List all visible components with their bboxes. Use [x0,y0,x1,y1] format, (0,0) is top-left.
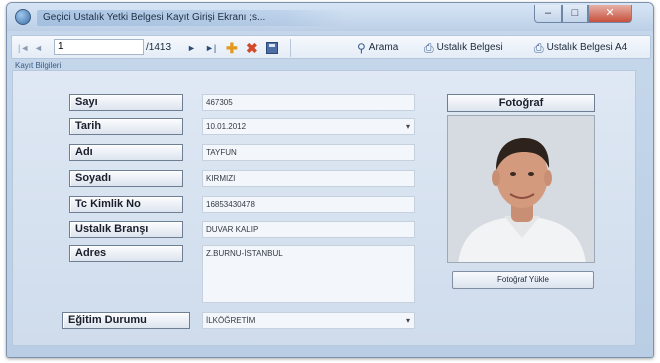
app-icon [15,9,31,25]
search-button-label: Arama [368,42,399,53]
person-silhouette [448,116,594,262]
last-record-icon[interactable]: ►| [205,40,216,56]
certificate-a4-button[interactable]: ⎙ Ustalık Belgesi A4 [534,40,627,56]
egitim-label: Eğitim Durumu [62,312,190,329]
tarih-label: Tarih [69,118,183,135]
navigation-toolbar: |◄ ◄ /1413 ► ►| ✚ ✖ ⚲ Arama ⎙ Ustalık Be… [11,35,651,59]
tarih-picker[interactable]: 10.01.2012 ▾ [202,118,415,135]
sayi-field[interactable]: 467305 [202,94,415,111]
search-button[interactable]: ⚲ Arama [357,40,398,56]
brans-field[interactable]: DUVAR KALIP [202,221,415,238]
egitim-select[interactable]: İLKÖĞRETİM ▾ [202,312,415,329]
window-title: Geçici Ustalık Yetki Belgesi Kayıt Giriş… [37,10,347,26]
photo-title: Fotoğraf [447,94,595,112]
title-bar: Geçici Ustalık Yetki Belgesi Kayıt Giriş… [7,3,653,31]
chevron-down-icon[interactable]: ▾ [406,119,410,134]
add-record-icon[interactable]: ✚ [226,40,238,56]
certificate-button-label: Ustalık Belgesi [436,42,503,53]
printer-icon: ⎙ [424,41,434,55]
adres-field[interactable]: Z.BURNU-İSTANBUL [202,245,415,303]
tarih-value: 10.01.2012 [206,122,247,131]
previous-record-icon[interactable]: ◄ [34,40,43,56]
adres-label: Adres [69,245,183,262]
chevron-down-icon[interactable]: ▾ [406,313,410,328]
close-button[interactable]: ✕ [588,5,632,23]
adi-label: Adı [69,144,183,161]
brans-label: Ustalık Branşı [69,221,183,238]
sayi-label: Sayı [69,94,183,111]
save-icon[interactable] [266,42,278,54]
person-photo [447,115,595,263]
tc-field[interactable]: 16853430478 [202,196,415,213]
delete-record-icon[interactable]: ✖ [246,40,258,56]
printer-icon: ⎙ [534,41,544,55]
tc-label: Tc Kimlik No [69,196,183,213]
egitim-value: İLKÖĞRETİM [206,316,256,325]
record-position-input[interactable] [54,39,144,55]
adi-field[interactable]: TAYFUN [202,144,415,161]
first-record-icon[interactable]: |◄ [18,40,29,56]
soyadi-label: Soyadı [69,170,183,187]
minimize-button[interactable]: – [534,5,562,23]
record-total: /1413 [146,42,172,53]
maximize-button[interactable]: □ [562,5,588,23]
group-label: Kayıt Bilgileri [15,61,62,70]
certificate-a4-button-label: Ustalık Belgesi A4 [546,42,628,53]
next-record-icon[interactable]: ► [187,40,196,56]
toolbar-separator [290,39,291,57]
soyadi-field[interactable]: KIRMIZI [202,170,415,187]
search-icon: ⚲ [357,41,366,55]
upload-photo-button[interactable]: Fotoğraf Yükle [452,271,594,289]
certificate-button[interactable]: ⎙ Ustalık Belgesi [424,40,503,56]
